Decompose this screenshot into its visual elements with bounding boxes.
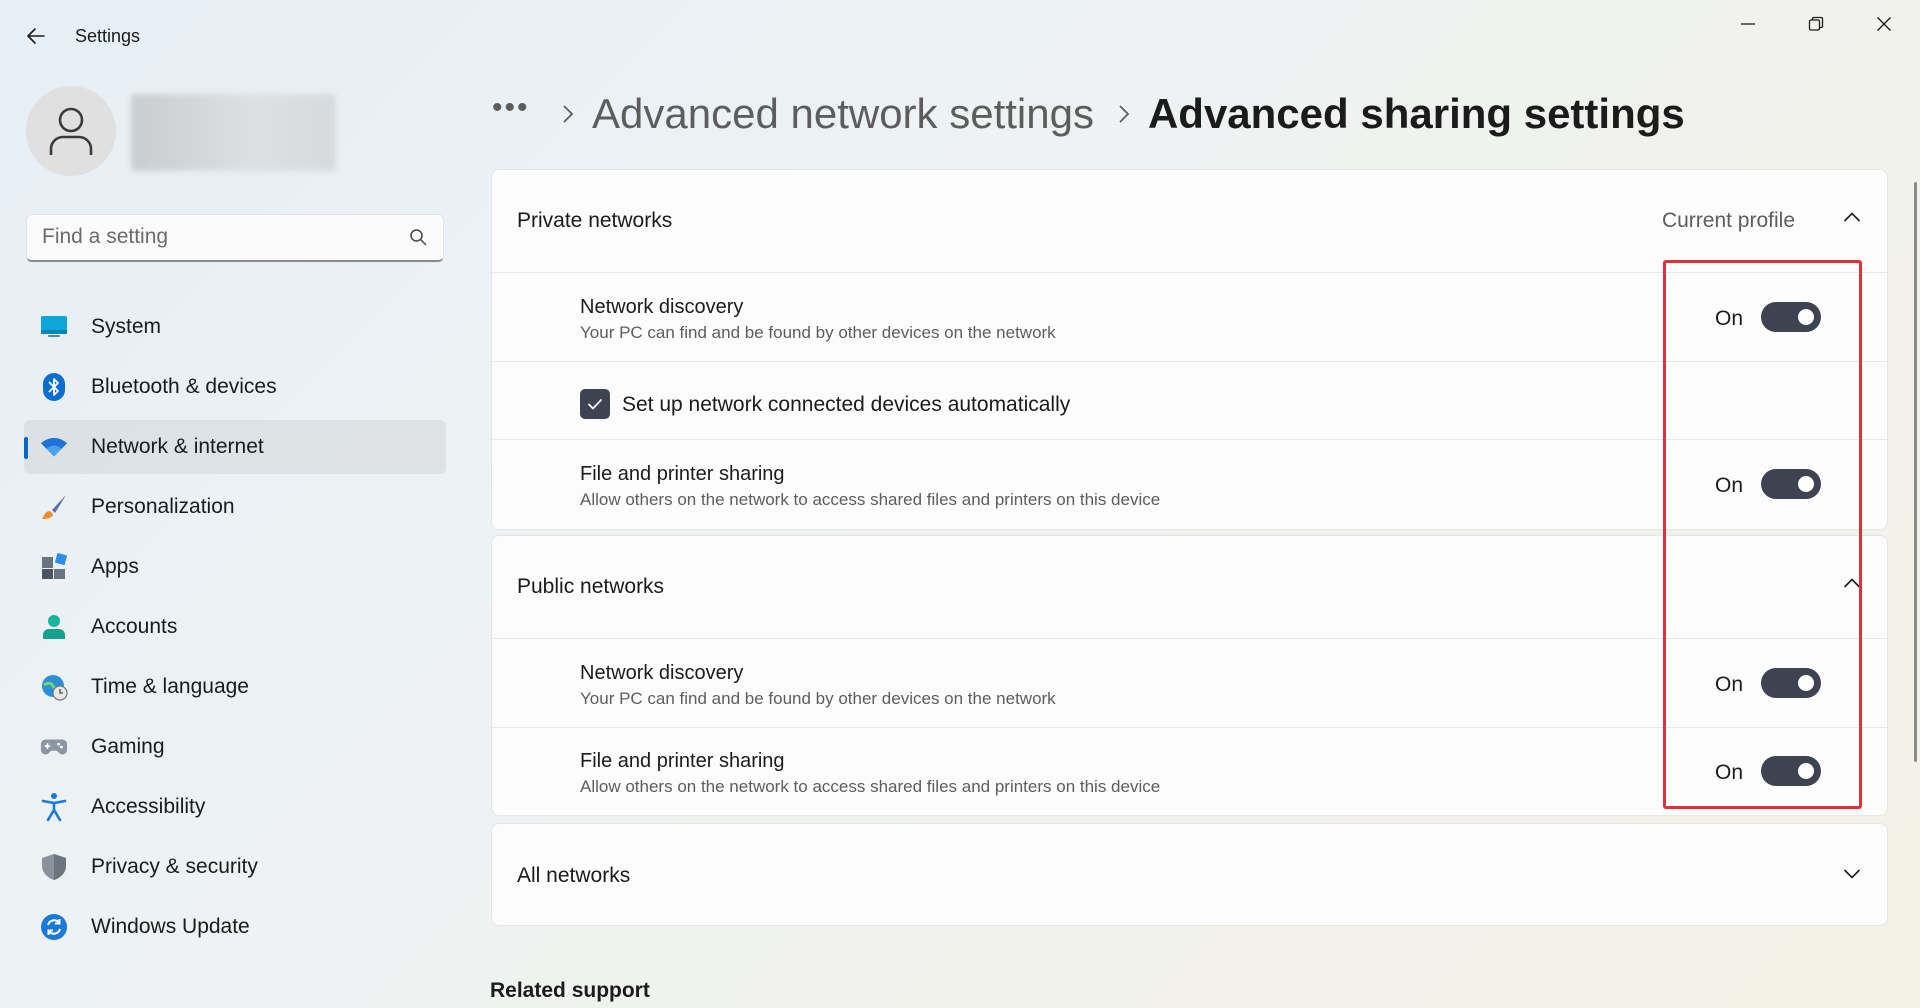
globe-clock-icon — [40, 673, 68, 701]
avatar[interactable] — [26, 86, 116, 176]
user-icon — [49, 107, 93, 155]
checkmark-icon — [587, 398, 603, 410]
toggle-state-label: On — [1715, 761, 1744, 784]
toggle-knob — [1798, 675, 1814, 691]
sidebar-item-accounts[interactable]: Accounts — [24, 600, 446, 654]
toggle-knob — [1798, 763, 1814, 779]
close-button[interactable] — [1850, 0, 1918, 48]
minimize-icon — [1741, 23, 1755, 25]
sidebar-item-label: Gaming — [91, 735, 165, 758]
sidebar-item-label: Windows Update — [91, 915, 250, 938]
auto-setup-checkbox[interactable] — [580, 389, 610, 419]
setting-title: Network discovery — [580, 662, 744, 684]
chevron-right-icon — [562, 104, 574, 124]
sidebar-item-label: Time & language — [91, 675, 249, 698]
private-networks-title: Private networks — [517, 209, 673, 232]
sidebar-item-label: Personalization — [91, 495, 235, 518]
blurred-user-name — [131, 94, 336, 171]
apps-icon — [40, 553, 68, 581]
sidebar-item-network[interactable]: Network & internet — [24, 420, 446, 474]
sidebar-item-label: Bluetooth & devices — [91, 375, 277, 398]
sidebar-item-label: System — [91, 315, 162, 338]
sidebar-item-privacy[interactable]: Privacy & security — [24, 840, 446, 894]
public-file-sharing-row: File and printer sharing Allow others on… — [492, 727, 1887, 815]
scrollbar[interactable] — [1914, 182, 1917, 762]
public-file-sharing-toggle[interactable] — [1761, 756, 1821, 786]
chevron-right-icon — [1118, 104, 1130, 124]
toggle-knob — [1798, 309, 1814, 325]
search-box[interactable] — [26, 214, 444, 262]
all-networks-card: All networks — [491, 823, 1888, 926]
sidebar-item-bluetooth[interactable]: Bluetooth & devices — [24, 360, 446, 414]
search-input[interactable] — [27, 215, 397, 259]
restore-icon — [1808, 16, 1824, 31]
update-icon — [40, 913, 68, 941]
setting-description: Allow others on the network to access sh… — [580, 777, 1161, 796]
setting-description: Your PC can find and be found by other d… — [580, 689, 1056, 708]
sidebar-item-label: Accessibility — [91, 795, 206, 818]
toggle-knob — [1798, 476, 1814, 492]
private-network-discovery-row: Network discovery Your PC can find and b… — [492, 272, 1887, 361]
back-arrow-icon — [27, 28, 45, 44]
brush-icon — [40, 493, 68, 521]
chevron-up-icon[interactable] — [1843, 211, 1861, 223]
setting-description: Your PC can find and be found by other d… — [580, 323, 1056, 342]
setting-description: Allow others on the network to access sh… — [580, 490, 1161, 509]
sidebar-item-time-language[interactable]: Time & language — [24, 660, 446, 714]
toggle-state-label: On — [1715, 673, 1744, 696]
sidebar-nav: System Bluetooth & devices Network & int… — [24, 300, 446, 960]
setting-title: File and printer sharing — [580, 750, 785, 772]
related-support-heading: Related support — [490, 979, 650, 1002]
chevron-down-icon[interactable] — [1843, 868, 1861, 880]
wifi-icon — [40, 433, 68, 461]
public-network-discovery-row: Network discovery Your PC can find and b… — [492, 638, 1887, 727]
app-title: Settings — [75, 26, 141, 46]
sidebar-item-label: Privacy & security — [91, 855, 258, 878]
sidebar-item-system[interactable]: System — [24, 300, 446, 354]
bluetooth-icon — [40, 373, 68, 401]
public-networks-title: Public networks — [517, 575, 665, 598]
all-networks-title: All networks — [517, 864, 631, 887]
close-icon — [1877, 17, 1891, 31]
sidebar-item-label: Network & internet — [91, 435, 264, 458]
back-button[interactable] — [16, 16, 56, 56]
private-file-sharing-row: File and printer sharing Allow others on… — [492, 439, 1887, 529]
breadcrumb-parent-link[interactable]: Advanced network settings — [592, 90, 1094, 138]
restore-button[interactable] — [1782, 0, 1850, 48]
accounts-icon — [40, 613, 68, 641]
shield-icon — [40, 853, 68, 881]
setting-title: Network discovery — [580, 296, 744, 318]
sidebar-item-label: Accounts — [91, 615, 178, 638]
chevron-up-icon[interactable] — [1843, 577, 1861, 589]
auto-setup-label[interactable]: Set up network connected devices automat… — [622, 393, 1070, 417]
setting-title: File and printer sharing — [580, 463, 785, 485]
private-file-sharing-toggle[interactable] — [1761, 469, 1821, 499]
sidebar-item-label: Apps — [91, 555, 139, 578]
public-network-discovery-toggle[interactable] — [1761, 668, 1821, 698]
current-profile-badge: Current profile — [1661, 209, 1795, 232]
auto-setup-row: Set up network connected devices automat… — [492, 361, 1887, 439]
toggle-state-label: On — [1715, 474, 1744, 497]
search-icon[interactable] — [409, 228, 427, 246]
accessibility-icon — [40, 793, 68, 822]
sidebar-item-gaming[interactable]: Gaming — [24, 720, 446, 774]
private-networks-header[interactable]: Private networks Current profile — [492, 170, 1887, 272]
page-title: Advanced sharing settings — [1147, 90, 1685, 137]
system-icon — [40, 313, 68, 341]
public-networks-header[interactable]: Public networks — [492, 536, 1887, 638]
sidebar-item-windows-update[interactable]: Windows Update — [24, 900, 446, 954]
all-networks-header[interactable]: All networks — [492, 824, 1887, 925]
sidebar-item-apps[interactable]: Apps — [24, 540, 446, 594]
public-networks-card: Public networks Network discovery Your P… — [491, 535, 1888, 816]
sidebar-item-personalization[interactable]: Personalization — [24, 480, 446, 534]
private-networks-card: Private networks Current profile Network… — [491, 169, 1888, 530]
sidebar-item-accessibility[interactable]: Accessibility — [24, 780, 446, 834]
minimize-button[interactable] — [1714, 0, 1782, 48]
toggle-state-label: On — [1715, 307, 1744, 330]
private-network-discovery-toggle[interactable] — [1761, 302, 1821, 332]
gamepad-icon — [40, 733, 68, 761]
title-bar: Settings — [0, 0, 1920, 72]
breadcrumb-more-button[interactable]: ••• — [492, 91, 538, 125]
breadcrumb: ••• Advanced network settings Advanced s… — [492, 84, 1685, 144]
